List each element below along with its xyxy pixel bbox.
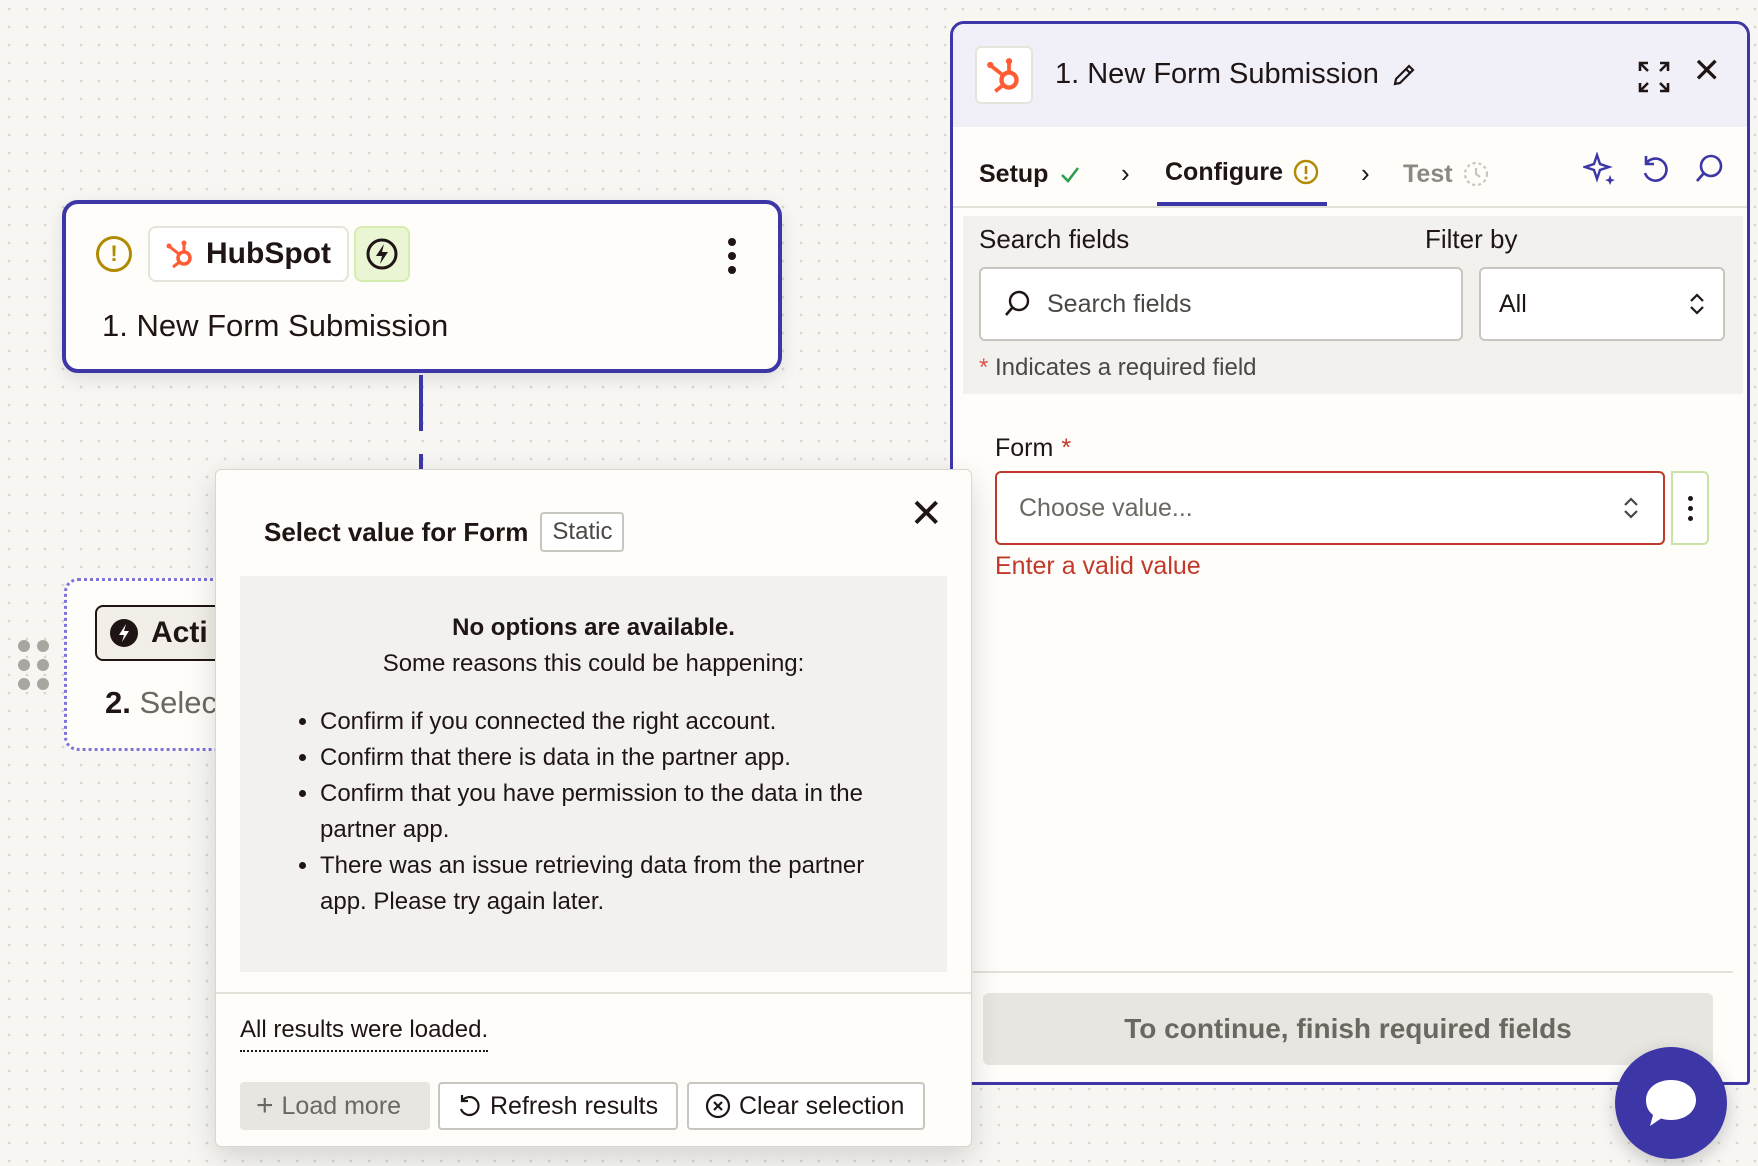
- clear-label: Clear selection: [739, 1091, 905, 1120]
- panel-tools: [1583, 152, 1725, 186]
- search-icon[interactable]: [1693, 153, 1725, 185]
- updown-icon: [1690, 293, 1704, 315]
- popover-title: Select value for Form Static: [264, 512, 625, 552]
- search-input[interactable]: Search fields: [979, 267, 1463, 341]
- required-star: *: [1061, 434, 1072, 462]
- list-item: Confirm if you connected the right accou…: [320, 704, 911, 740]
- connector-line: [419, 375, 423, 431]
- action-title: 2. Selec: [105, 685, 217, 721]
- tab-test-label: Test: [1403, 159, 1453, 188]
- chevron-right-icon: ›: [1361, 158, 1370, 188]
- tab-test[interactable]: Test: [1403, 142, 1489, 206]
- sparkle-icon[interactable]: [1583, 152, 1617, 186]
- field-search-section: Search fields Filter by Search fields Al…: [963, 216, 1743, 394]
- tab-configure-label: Configure: [1165, 157, 1284, 186]
- required-note: * Indicates a required field: [979, 354, 1257, 382]
- form-field-label: Form *: [995, 434, 1071, 463]
- refresh-results-button[interactable]: Refresh results: [438, 1082, 678, 1130]
- select-value-popover: Select value for Form Static ✕ No option…: [215, 469, 972, 1147]
- action-chip-label: Acti: [151, 616, 208, 649]
- warning-icon: [1293, 159, 1319, 185]
- panel-title-text: 1. New Form Submission: [1055, 58, 1379, 90]
- warning-icon: !: [96, 236, 132, 272]
- divider: [973, 971, 1733, 973]
- panel-header: 1. New Form Submission ✕: [953, 24, 1747, 127]
- hubspot-icon: [987, 58, 1019, 93]
- clear-icon: [705, 1093, 731, 1119]
- search-fields-label: Search fields: [979, 224, 1130, 254]
- check-icon: [1061, 167, 1080, 183]
- results-status: All results were loaded.: [240, 1016, 489, 1052]
- empty-subheading: Some reasons this could be happening:: [382, 650, 805, 677]
- close-icon[interactable]: ✕: [909, 494, 943, 534]
- chat-icon: [1646, 1080, 1696, 1126]
- load-more-button[interactable]: + Load more: [240, 1082, 430, 1130]
- trigger-step-card[interactable]: ! HubSpot 1. New Form Submission: [62, 200, 782, 373]
- action-title-text: Selec: [139, 685, 218, 720]
- refresh-label: Refresh results: [490, 1091, 659, 1120]
- tab-setup[interactable]: Setup: [979, 142, 1082, 206]
- bolt-icon: [366, 238, 398, 270]
- empty-heading: No options are available.: [452, 614, 735, 641]
- clear-selection-button[interactable]: Clear selection: [687, 1082, 925, 1130]
- connector-line: [419, 454, 423, 470]
- close-icon[interactable]: ✕: [1693, 54, 1722, 88]
- divider: [216, 992, 971, 994]
- tab-configure[interactable]: Configure: [1157, 142, 1328, 206]
- form-select[interactable]: Choose value...: [995, 471, 1665, 545]
- required-note-text: Indicates a required field: [995, 354, 1257, 381]
- tab-setup-label: Setup: [979, 159, 1049, 188]
- expand-icon[interactable]: [1637, 60, 1671, 94]
- divider: [953, 206, 1747, 208]
- popover-title-text: Select value for Form: [264, 516, 529, 547]
- empty-state: No options are available. Some reasons t…: [240, 576, 947, 972]
- app-chip: HubSpot: [148, 226, 349, 282]
- filter-value: All: [1499, 289, 1527, 318]
- plus-icon: +: [256, 1089, 274, 1122]
- static-badge: Static: [540, 512, 625, 552]
- loading-icon: [1463, 161, 1488, 187]
- bolt-icon: [110, 619, 138, 647]
- form-error: Enter a valid value: [995, 552, 1201, 580]
- reasons-list: Confirm if you connected the right accou…: [276, 704, 911, 920]
- continue-button[interactable]: To continue, finish required fields: [983, 993, 1713, 1065]
- search-placeholder: Search fields: [1047, 289, 1192, 318]
- required-star: *: [979, 354, 989, 381]
- form-placeholder: Choose value...: [1019, 493, 1193, 522]
- more-icon[interactable]: [1671, 471, 1709, 545]
- trigger-badge: [354, 226, 410, 282]
- list-item: Confirm that there is data in the partne…: [320, 740, 911, 776]
- app-name: HubSpot: [206, 237, 331, 270]
- filter-by-label: Filter by: [1425, 224, 1518, 254]
- refresh-icon: [459, 1095, 480, 1117]
- filter-select[interactable]: All: [1479, 267, 1725, 341]
- panel-title[interactable]: 1. New Form Submission: [1055, 58, 1417, 91]
- chat-button[interactable]: [1615, 1047, 1727, 1159]
- updown-icon: [1624, 497, 1638, 519]
- list-item: There was an issue retrieving data from …: [320, 848, 911, 920]
- step-editor-panel: 1. New Form Submission ✕ Setup › Configu…: [950, 21, 1750, 1085]
- search-icon: [1005, 290, 1030, 316]
- chevron-right-icon: ›: [1121, 158, 1130, 188]
- drag-handle-icon[interactable]: [18, 640, 49, 690]
- app-logo: [975, 46, 1033, 104]
- trigger-title: 1. New Form Submission: [102, 308, 449, 343]
- load-more-label: Load more: [281, 1091, 402, 1120]
- hubspot-icon: [166, 240, 192, 269]
- pencil-icon[interactable]: [1391, 62, 1417, 88]
- undo-icon[interactable]: [1639, 153, 1671, 185]
- action-number: 2.: [105, 685, 131, 720]
- form-label-text: Form: [995, 434, 1054, 462]
- list-item: Confirm that you have permission to the …: [320, 776, 911, 848]
- more-icon[interactable]: [728, 238, 736, 274]
